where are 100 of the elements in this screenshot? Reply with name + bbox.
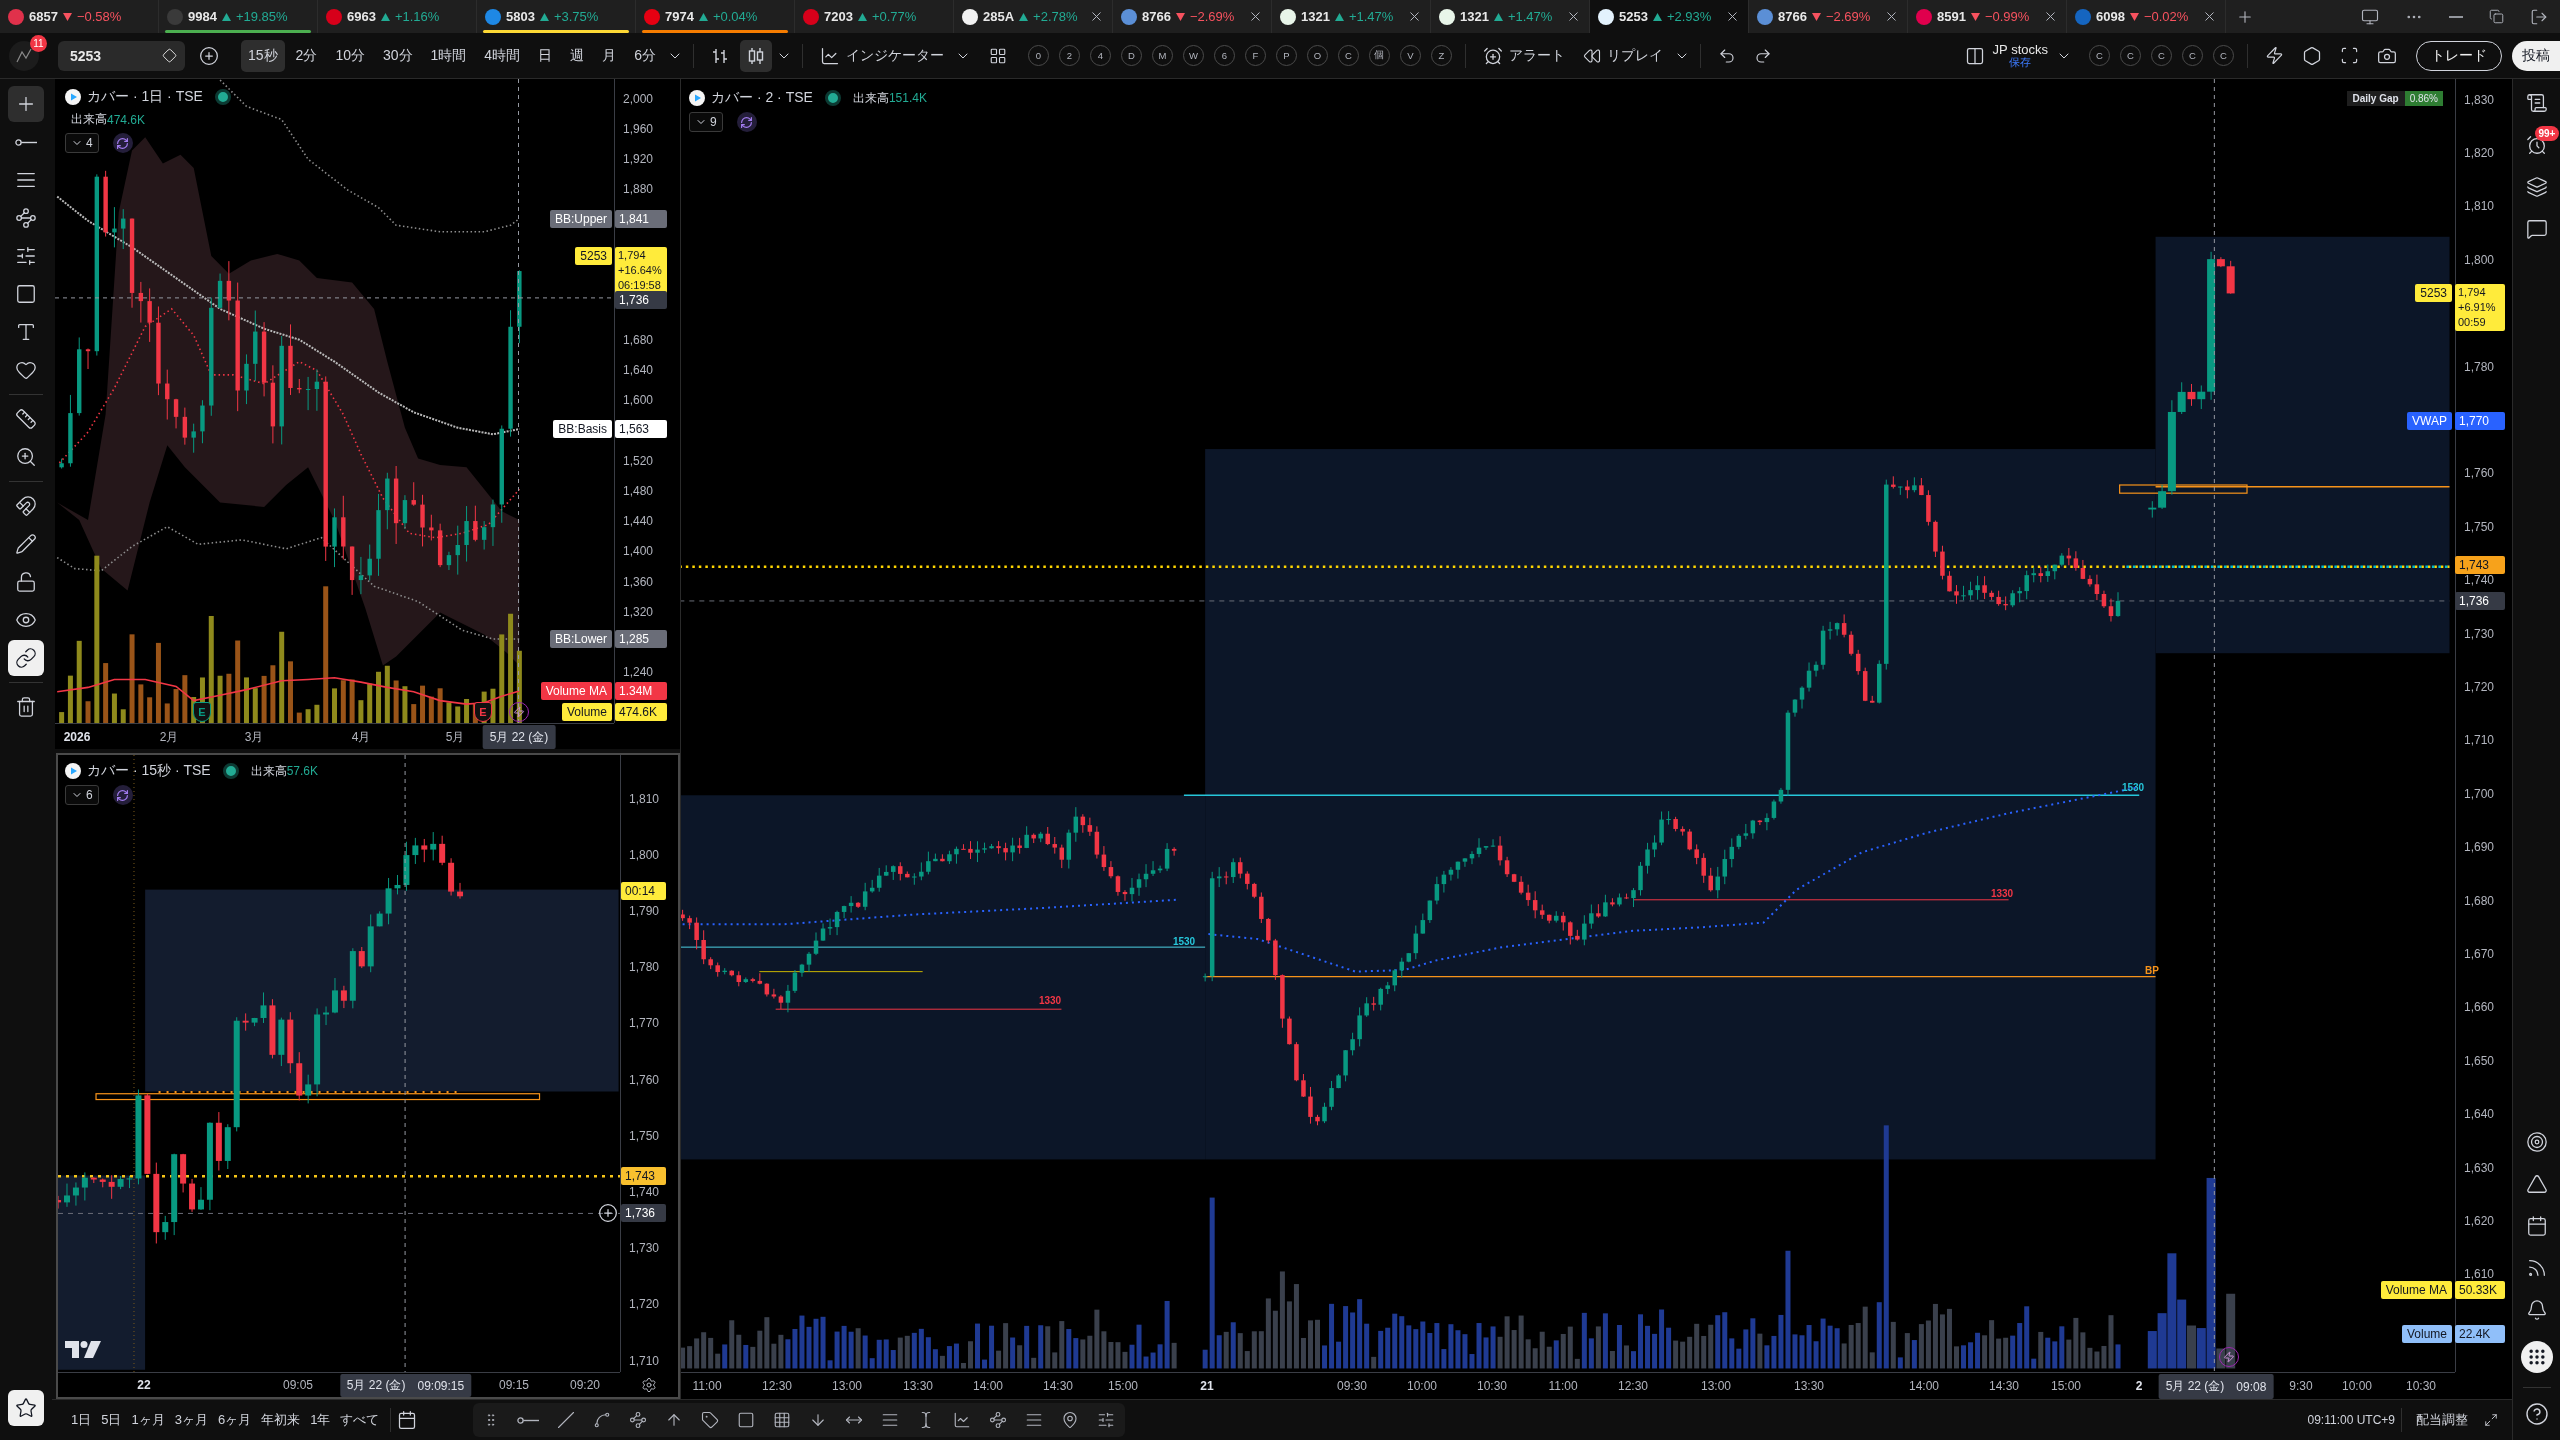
interval-button[interactable]: 15秒 [241, 39, 285, 72]
apps-grid-icon[interactable] [2520, 1341, 2553, 1373]
price-tick: 1,690 [2464, 840, 2495, 855]
bell-icon[interactable] [2525, 1299, 2548, 1321]
symbol-search-field[interactable]: 5253 [58, 40, 185, 71]
price-tick: 1,670 [2464, 947, 2495, 961]
close-icon[interactable] [1725, 9, 1740, 24]
publish-button[interactable]: 投稿 [2512, 40, 2560, 71]
alert-button[interactable]: アラート [1475, 39, 1572, 72]
collapse-indicators-button[interactable]: 9 [689, 112, 723, 132]
chart-style-button[interactable] [739, 39, 772, 72]
time-tick: 09:15 [499, 1378, 529, 1392]
sync-icon[interactable] [736, 112, 757, 132]
time-tick: 12:30 [1618, 1379, 1648, 1393]
indicators-button[interactable]: インジケーター [812, 39, 951, 72]
toggle-tool-button[interactable] [8, 640, 44, 676]
price-tick: 1,650 [2464, 1053, 2495, 1068]
help-icon[interactable] [2524, 1402, 2549, 1426]
grid-icon[interactable] [773, 1411, 792, 1429]
grid-icon[interactable] [988, 46, 1007, 65]
interval-button[interactable]: 6分 [627, 39, 663, 72]
close-icon[interactable] [1407, 9, 1422, 24]
chart-line-icon[interactable] [953, 1411, 972, 1429]
date-range-button[interactable]: 1ヶ月 [126, 1406, 170, 1434]
columns-icon[interactable] [1964, 45, 1985, 66]
interval-button[interactable]: 月 [595, 39, 624, 72]
plus-circle-icon[interactable] [199, 45, 219, 66]
date-range-button[interactable]: 5日 [96, 1406, 127, 1434]
symbol-tab[interactable]: 5253 +2.93% [1590, 0, 1749, 33]
price-tick: 1,880 [623, 182, 654, 197]
date-range-button[interactable]: 1日 [66, 1406, 97, 1434]
close-icon[interactable] [2202, 9, 2217, 24]
minus-icon[interactable] [2449, 15, 2463, 18]
time-tick: 22 [137, 1378, 151, 1392]
nodes-icon[interactable] [629, 1411, 648, 1429]
monitor-icon[interactable] [2361, 7, 2379, 26]
close-icon[interactable] [1248, 9, 1263, 24]
interval-button[interactable]: 4時間 [477, 39, 528, 72]
cursor-date: 5月 22 (金) [2165, 1378, 2225, 1395]
overlapping-squares-icon[interactable] [2489, 9, 2504, 24]
price-tick: 1,730 [2464, 626, 2495, 641]
price-tick: 1,730 [629, 1241, 660, 1256]
price-tick: 1,600 [623, 393, 654, 408]
close-icon[interactable] [2043, 9, 2058, 24]
text-icon [15, 321, 37, 343]
interval-button[interactable]: 週 [563, 39, 592, 72]
time-tick: 09:30 [1337, 1379, 1367, 1393]
curve-icon[interactable] [593, 1411, 612, 1429]
square-icon[interactable] [737, 1411, 756, 1429]
close-icon[interactable] [1089, 9, 1104, 24]
price-tick: 1,240 [623, 665, 654, 680]
interval-button[interactable]: 30分 [375, 39, 420, 72]
triangle-icon[interactable] [2525, 1173, 2548, 1195]
close-icon[interactable] [1884, 9, 1899, 24]
replay-button[interactable]: リプレイ [1575, 39, 1670, 72]
date-range-button[interactable]: 6ヶ月 [212, 1406, 257, 1434]
time-tick: 12:30 [762, 1379, 792, 1393]
lines-icon[interactable] [1025, 1411, 1044, 1429]
calendar-icon[interactable] [2525, 1215, 2548, 1237]
price-tag-icon[interactable] [701, 1411, 720, 1429]
line-icon[interactable] [517, 1416, 540, 1424]
date-range-button[interactable]: 3ヶ月 [169, 1406, 213, 1434]
date-range-button[interactable]: 1年 [305, 1406, 336, 1434]
link-icon [15, 647, 37, 669]
drawing-tool-button[interactable] [8, 86, 44, 122]
date-range-button[interactable]: すべて [335, 1406, 385, 1434]
interval-button[interactable]: 日 [531, 39, 560, 72]
price-tick: 1,520 [623, 453, 654, 468]
date-range-button[interactable]: 年初来 [256, 1406, 306, 1434]
interval-button[interactable]: 2分 [288, 39, 325, 72]
diagonal-arrows-icon[interactable] [2484, 1413, 2498, 1427]
interval-button[interactable]: 10分 [328, 39, 372, 72]
price-tick: 1,320 [623, 604, 654, 619]
nodes-icon[interactable] [989, 1411, 1008, 1429]
scroll-icon[interactable] [2525, 92, 2548, 114]
time-tick: 11:00 [1548, 1379, 1578, 1393]
chat-icon[interactable] [2525, 218, 2548, 240]
dividend-adjust-button[interactable]: 配当調整 [2408, 1411, 2476, 1429]
price-value-label: 1,770 [2455, 412, 2505, 430]
layers-icon[interactable] [2525, 176, 2548, 198]
settings-icon[interactable] [640, 1376, 657, 1393]
undo-icon [1717, 46, 1736, 65]
price-tick: 1,750 [629, 1128, 660, 1143]
interval-button[interactable]: 1時間 [423, 39, 474, 72]
sliders-icon[interactable] [1097, 1411, 1116, 1429]
close-icon[interactable] [1566, 9, 1581, 24]
parallel-lines-icon[interactable] [881, 1411, 900, 1429]
map-pin-icon[interactable] [1061, 1411, 1080, 1429]
price-value-label: 1,736 [615, 291, 667, 309]
diagonal-line-icon[interactable] [557, 1411, 576, 1429]
cursor-date: 5月 22 (金) [489, 728, 549, 746]
favorites-button[interactable] [8, 1390, 44, 1426]
time-tick: 13:00 [1701, 1379, 1731, 1393]
time-tick: 10:30 [2406, 1379, 2436, 1393]
price-tick: 1,800 [629, 847, 660, 862]
price-tick: 1,640 [623, 363, 654, 378]
target-icon[interactable] [2525, 1131, 2548, 1153]
calendar-icon[interactable] [397, 1410, 418, 1430]
cursor-date: 5月 22 (金) [346, 1377, 406, 1394]
layout-name-button[interactable]: JP stocks 保存 [1988, 42, 2052, 69]
